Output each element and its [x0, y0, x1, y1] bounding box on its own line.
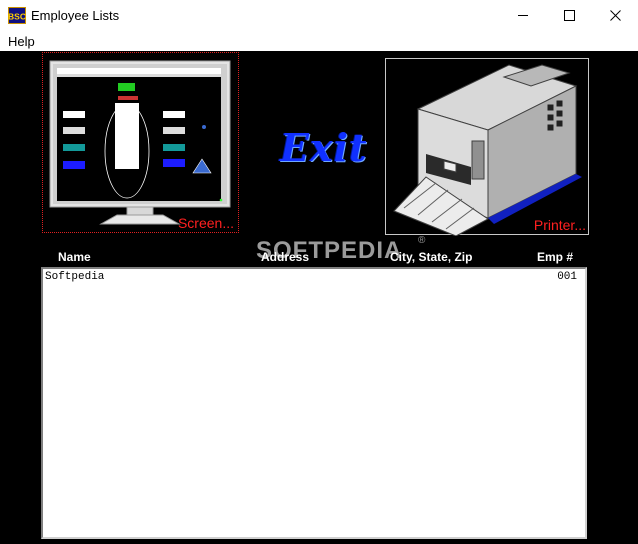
column-header-city-state-zip: City, State, Zip	[390, 250, 473, 264]
svg-text:BSC: BSC	[8, 12, 26, 22]
maximize-button[interactable]	[546, 0, 592, 31]
screen-button[interactable]: Screen...	[42, 52, 239, 233]
employee-name: Softpedia	[45, 271, 105, 283]
column-header-emp-number: Emp #	[537, 250, 574, 264]
menu-item-help[interactable]: Help	[8, 34, 35, 49]
employee-number: 001	[557, 271, 577, 283]
close-icon	[610, 10, 621, 21]
exit-label: Exit	[280, 125, 368, 170]
printer-button-label: Printer...	[533, 217, 586, 233]
minimize-icon	[518, 15, 528, 16]
printer-button[interactable]: Printer...	[385, 58, 589, 236]
column-header-name: Name	[58, 250, 91, 264]
screen-button-label: Screen...	[177, 215, 234, 231]
close-button[interactable]	[592, 0, 638, 31]
monitor-icon	[49, 60, 231, 225]
window-title: Employee Lists	[31, 8, 120, 23]
employee-list[interactable]: Softpedia 001	[41, 267, 587, 539]
bsc-app-icon[interactable]: BSC	[8, 7, 26, 24]
client-area: Screen... Exit Printer... SOFTPEDIA ® Na…	[0, 51, 638, 544]
column-header-address: Address	[261, 250, 310, 264]
minimize-button[interactable]	[500, 0, 546, 31]
watermark-registered: ®	[418, 235, 426, 246]
title-bar[interactable]: BSC Employee Lists	[0, 0, 638, 31]
menu-bar: Help	[0, 31, 638, 51]
maximize-icon	[564, 10, 575, 21]
printer-icon	[393, 64, 582, 236]
exit-button[interactable]: Exit	[280, 125, 367, 170]
list-item[interactable]: Softpedia 001	[45, 271, 583, 286]
